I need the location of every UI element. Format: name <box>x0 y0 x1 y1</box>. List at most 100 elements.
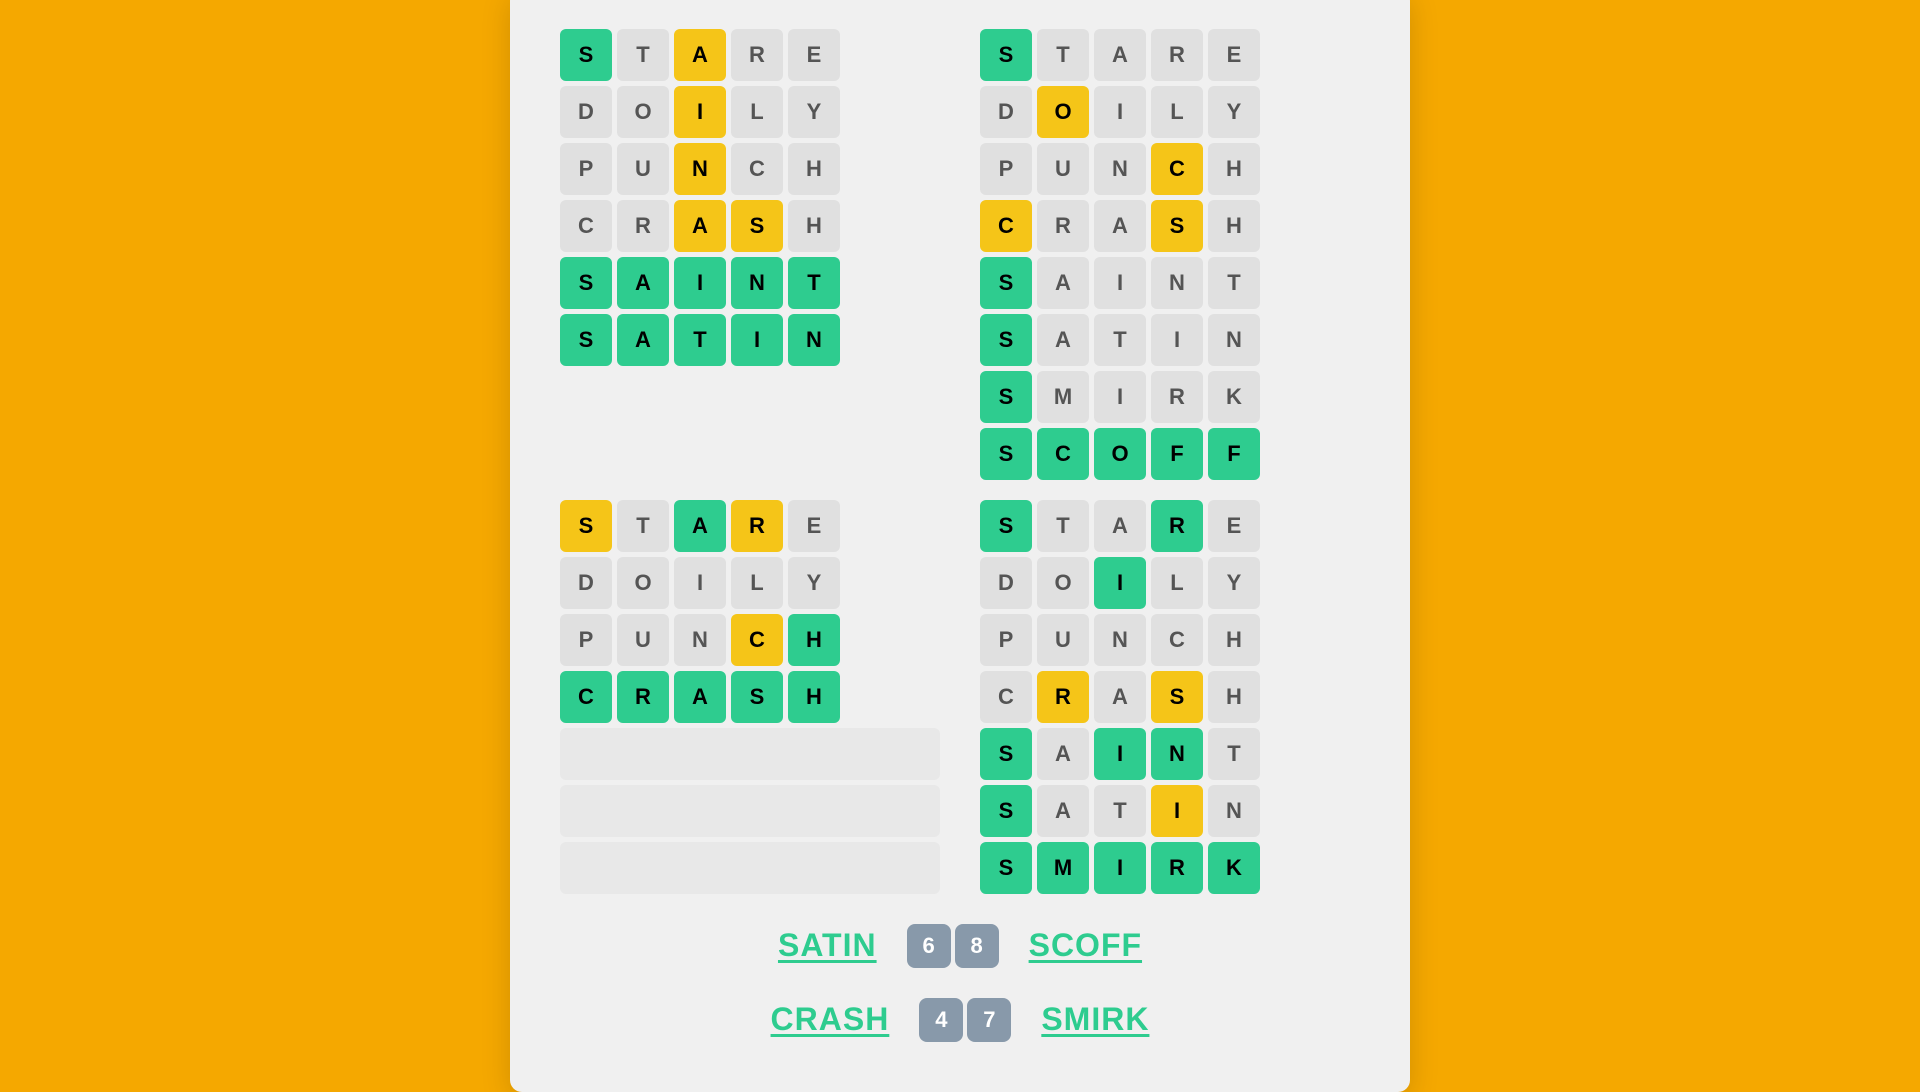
cell-top-right-2-1: U <box>1037 143 1089 195</box>
cell-top-left-2-1: U <box>617 143 669 195</box>
cell-top-right-4-1: A <box>1037 257 1089 309</box>
cell-bottom-right-1-1: O <box>1037 557 1089 609</box>
cell-bottom-right-3-3: S <box>1151 671 1203 723</box>
grid-top-left-row-0: STARE <box>560 29 940 81</box>
cell-top-right-2-4: H <box>1208 143 1260 195</box>
cell-top-left-2-4: H <box>788 143 840 195</box>
cell-bottom-left-2-3: C <box>731 614 783 666</box>
cell-bottom-left-2-2: N <box>674 614 726 666</box>
cell-bottom-right-6-2: I <box>1094 842 1146 894</box>
cell-bottom-right-3-2: A <box>1094 671 1146 723</box>
cell-bottom-left-1-0: D <box>560 557 612 609</box>
grid-top-left-row-5: SATIN <box>560 314 940 366</box>
cell-top-left-5-0: S <box>560 314 612 366</box>
cell-top-right-2-0: P <box>980 143 1032 195</box>
cell-bottom-right-3-4: H <box>1208 671 1260 723</box>
cell-top-left-4-0: S <box>560 257 612 309</box>
cell-top-left-1-2: I <box>674 86 726 138</box>
cell-top-right-3-3: S <box>1151 200 1203 252</box>
cell-top-left-4-4: T <box>788 257 840 309</box>
grid-top-left: STAREDOILYPUNCHCRASHSAINTSATIN <box>560 29 940 480</box>
cell-bottom-left-1-3: L <box>731 557 783 609</box>
cell-bottom-left-2-1: U <box>617 614 669 666</box>
cell-bottom-right-0-2: A <box>1094 500 1146 552</box>
cell-bottom-right-4-2: I <box>1094 728 1146 780</box>
cell-top-right-1-2: I <box>1094 86 1146 138</box>
grid-bottom-right-row-1: DOILY <box>980 557 1360 609</box>
cell-bottom-left-3-0: C <box>560 671 612 723</box>
cell-top-right-4-0: S <box>980 257 1032 309</box>
cell-top-left-5-3: I <box>731 314 783 366</box>
footer-section: SATIN 6 8 SCOFF CRASH 4 7 SMIRK <box>560 924 1360 1042</box>
cell-top-right-4-4: T <box>1208 257 1260 309</box>
cell-top-right-6-0: S <box>980 371 1032 423</box>
cell-bottom-left-1-2: I <box>674 557 726 609</box>
cell-bottom-right-0-3: R <box>1151 500 1203 552</box>
cell-top-right-0-1: T <box>1037 29 1089 81</box>
cell-top-right-5-3: I <box>1151 314 1203 366</box>
cell-top-right-0-2: A <box>1094 29 1146 81</box>
score-8: 8 <box>955 924 999 968</box>
cell-top-right-1-0: D <box>980 86 1032 138</box>
cell-bottom-right-4-4: T <box>1208 728 1260 780</box>
grid-top-right-row-5: SATIN <box>980 314 1360 366</box>
grid-top-right-row-1: DOILY <box>980 86 1360 138</box>
game-card: STAREDOILYPUNCHCRASHSAINTSATINSTAREDOILY… <box>510 0 1410 1092</box>
cell-top-left-5-1: A <box>617 314 669 366</box>
cell-top-left-2-2: N <box>674 143 726 195</box>
cell-bottom-right-6-3: R <box>1151 842 1203 894</box>
cell-bottom-left-0-0: S <box>560 500 612 552</box>
cell-top-right-7-0: S <box>980 428 1032 480</box>
cell-top-right-7-1: C <box>1037 428 1089 480</box>
grid-bottom-right-row-6: SMIRK <box>980 842 1360 894</box>
grids-container: STAREDOILYPUNCHCRASHSAINTSATINSTAREDOILY… <box>560 29 1360 894</box>
cell-top-right-1-1: O <box>1037 86 1089 138</box>
grid-bottom-right-row-4: SAINT <box>980 728 1360 780</box>
grid-top-right-row-7: SCOFF <box>980 428 1360 480</box>
cell-top-right-0-3: R <box>1151 29 1203 81</box>
cell-top-left-3-4: H <box>788 200 840 252</box>
cell-bottom-right-5-2: T <box>1094 785 1146 837</box>
cell-top-right-4-3: N <box>1151 257 1203 309</box>
cell-bottom-right-4-3: N <box>1151 728 1203 780</box>
cell-top-right-5-2: T <box>1094 314 1146 366</box>
cell-bottom-right-6-0: S <box>980 842 1032 894</box>
grid-top-left-row-2: PUNCH <box>560 143 940 195</box>
cell-top-left-2-3: C <box>731 143 783 195</box>
cell-top-left-1-0: D <box>560 86 612 138</box>
empty-bar <box>560 842 940 894</box>
cell-top-right-3-2: A <box>1094 200 1146 252</box>
cell-bottom-left-3-1: R <box>617 671 669 723</box>
cell-top-left-2-0: P <box>560 143 612 195</box>
grid-top-right-row-3: CRASH <box>980 200 1360 252</box>
footer-row-2: CRASH 4 7 SMIRK <box>560 998 1360 1042</box>
word-crash: CRASH <box>771 1001 890 1038</box>
cell-top-right-2-2: N <box>1094 143 1146 195</box>
grid-top-right-row-4: SAINT <box>980 257 1360 309</box>
cell-top-left-3-3: S <box>731 200 783 252</box>
scores-47: 4 7 <box>919 998 1011 1042</box>
cell-bottom-right-1-0: D <box>980 557 1032 609</box>
cell-bottom-left-0-4: E <box>788 500 840 552</box>
cell-bottom-right-3-0: C <box>980 671 1032 723</box>
cell-top-left-1-4: Y <box>788 86 840 138</box>
grid-top-left-row-4: SAINT <box>560 257 940 309</box>
cell-bottom-left-1-4: Y <box>788 557 840 609</box>
cell-top-right-3-4: H <box>1208 200 1260 252</box>
grid-bottom-left-row-0: STARE <box>560 500 940 552</box>
cell-top-left-3-0: C <box>560 200 612 252</box>
cell-top-right-3-0: C <box>980 200 1032 252</box>
cell-top-right-1-3: L <box>1151 86 1203 138</box>
word-scoff: SCOFF <box>1029 927 1142 964</box>
cell-top-left-4-2: I <box>674 257 726 309</box>
cell-top-left-0-1: T <box>617 29 669 81</box>
score-7: 7 <box>967 998 1011 1042</box>
cell-bottom-left-0-3: R <box>731 500 783 552</box>
word-satin: SATIN <box>778 927 877 964</box>
score-6: 6 <box>907 924 951 968</box>
cell-top-right-7-4: F <box>1208 428 1260 480</box>
grid-top-left-row-1: DOILY <box>560 86 940 138</box>
grid-bottom-left-row-2: PUNCH <box>560 614 940 666</box>
cell-bottom-left-3-4: H <box>788 671 840 723</box>
empty-row-bottom-left-2 <box>560 842 940 894</box>
